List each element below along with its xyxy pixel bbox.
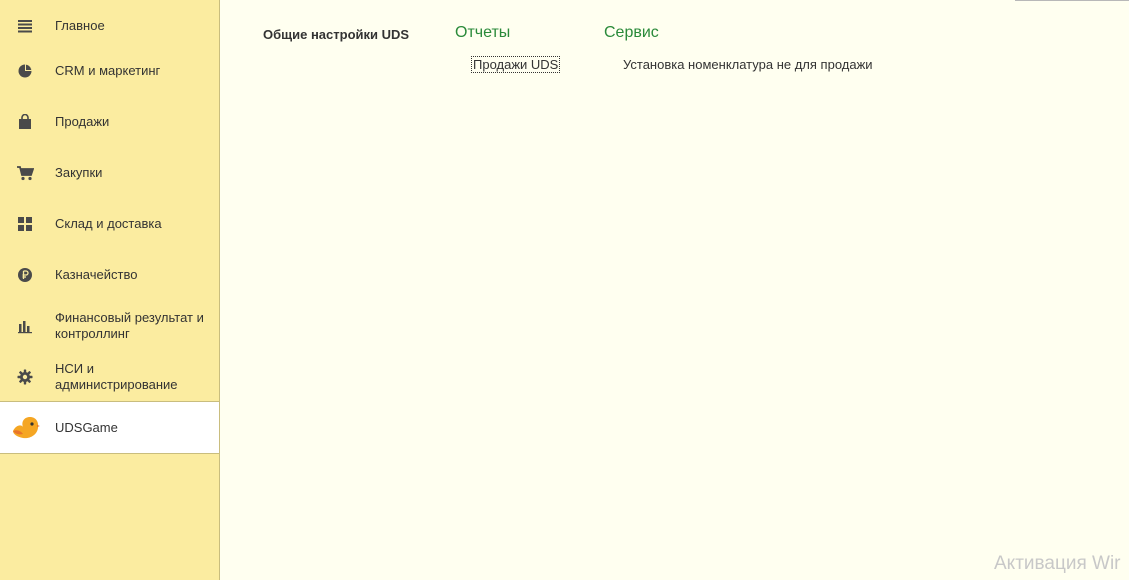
sidebar-item-label: Казначейство (55, 266, 138, 282)
sidebar-item-label: Финансовый результат и контроллинг (55, 309, 204, 341)
general-settings-title[interactable]: Общие настройки UDS (263, 27, 409, 42)
sales-uds-link[interactable]: Продажи UDS (471, 56, 561, 73)
warehouse-grid-icon (16, 215, 34, 233)
content-area: Общие настройки UDS Отчеты Сервис Продаж… (220, 0, 1129, 580)
bar-chart-icon (16, 317, 34, 335)
sidebar-item-label: Продажи (55, 113, 110, 129)
sidebar-item-label: UDSGame (55, 419, 118, 435)
sidebar-item-crm[interactable]: CRM и маркетинг (0, 45, 219, 96)
sidebar-item-label: Главное (55, 17, 105, 33)
pie-chart-icon (16, 62, 34, 80)
sidebar-item-purchases[interactable]: Закупки (0, 147, 219, 198)
cart-icon (16, 164, 34, 182)
sidebar-item-sales[interactable]: Продажи (0, 96, 219, 147)
sidebar-item-finance[interactable]: Финансовый результат и контроллинг (0, 300, 219, 351)
sidebar-item-udsgame[interactable]: UDSGame (0, 401, 219, 454)
sidebar-item-main[interactable]: Главное (0, 0, 219, 51)
sidebar-item-treasury[interactable]: Казначейство (0, 249, 219, 300)
set-nomenclature-link[interactable]: Установка номенклатура не для продажи (623, 57, 873, 72)
sidebar-item-label: НСИ и администрирование (55, 360, 178, 392)
sidebar-item-label: CRM и маркетинг (55, 62, 161, 78)
sidebar-item-label: Склад и доставка (55, 215, 162, 231)
sidebar-item-admin[interactable]: НСИ и администрирование (0, 351, 219, 402)
gear-icon (16, 368, 34, 386)
window-edge-line (1015, 0, 1129, 1)
shopping-bag-icon (16, 113, 34, 131)
reports-section-title: Отчеты (455, 24, 511, 41)
activation-watermark: Активация Wir (994, 553, 1121, 574)
sidebar-item-label: Закупки (55, 164, 103, 180)
menu-lines-icon (16, 17, 34, 35)
ruble-coin-icon (16, 266, 34, 284)
uds-bird-icon (10, 415, 40, 441)
sidebar-item-warehouse[interactable]: Склад и доставка (0, 198, 219, 249)
service-section-title: Сервис (604, 24, 659, 41)
sections-panel: Главное CRM и маркетинг Продажи Закупки … (0, 0, 220, 580)
